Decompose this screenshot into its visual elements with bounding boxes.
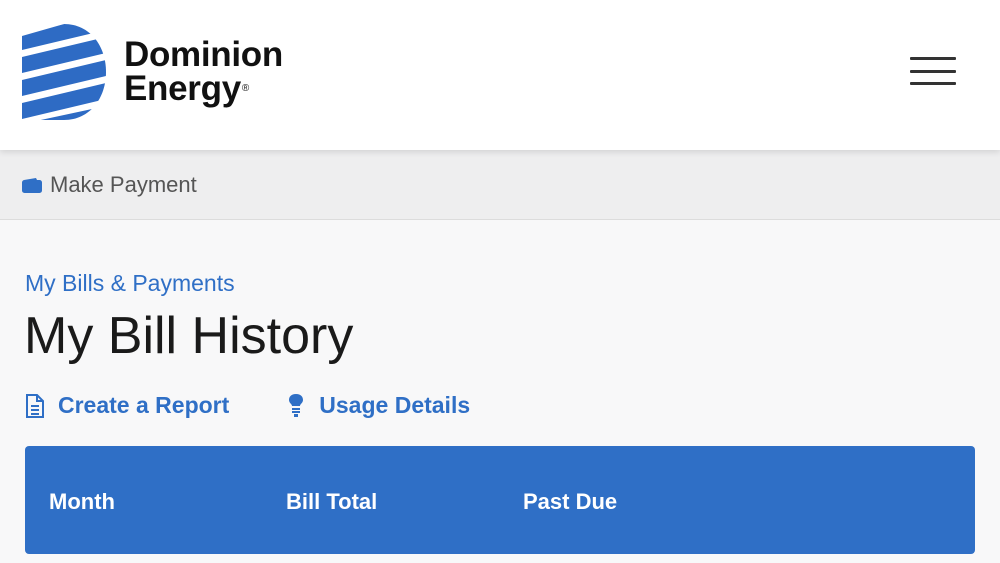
usage-details-link[interactable]: Usage Details [285,392,470,419]
menu-bar-top [910,57,956,60]
lightbulb-icon [289,393,304,417]
make-payment-button[interactable]: Make Payment [22,172,197,198]
make-payment-label: Make Payment [50,172,197,197]
column-header-past-due[interactable]: Past Due [523,489,617,515]
dominion-energy-logo-mark [22,24,106,120]
wallet-icon [22,178,42,193]
logo-line-1: Dominion [124,35,283,74]
page-links: Create a Report Usage Details [24,392,470,419]
registered-mark: ® [241,83,249,94]
document-icon [26,393,44,418]
menu-bar-middle [910,69,956,73]
logo-line-2: Energy [124,69,241,108]
dominion-energy-logo[interactable]: Dominion Energy® [22,24,283,120]
column-header-month[interactable]: Month [49,489,115,515]
menu-bar-bottom [910,82,956,85]
usage-details-label: Usage Details [319,392,471,418]
action-bar: Make Payment [0,150,1000,220]
column-header-bill-total[interactable]: Bill Total [286,489,377,515]
create-report-label: Create a Report [58,392,230,418]
hamburger-menu-icon[interactable] [908,54,958,88]
bill-history-table-header: Month Bill Total Past Due [25,446,975,554]
create-report-link[interactable]: Create a Report [24,392,229,419]
breadcrumb-bills-payments[interactable]: My Bills & Payments [25,270,235,297]
site-header: Dominion Energy® [0,0,1000,150]
page-title: My Bill History [24,307,354,365]
logo-wordmark: Dominion Energy® [124,35,283,108]
